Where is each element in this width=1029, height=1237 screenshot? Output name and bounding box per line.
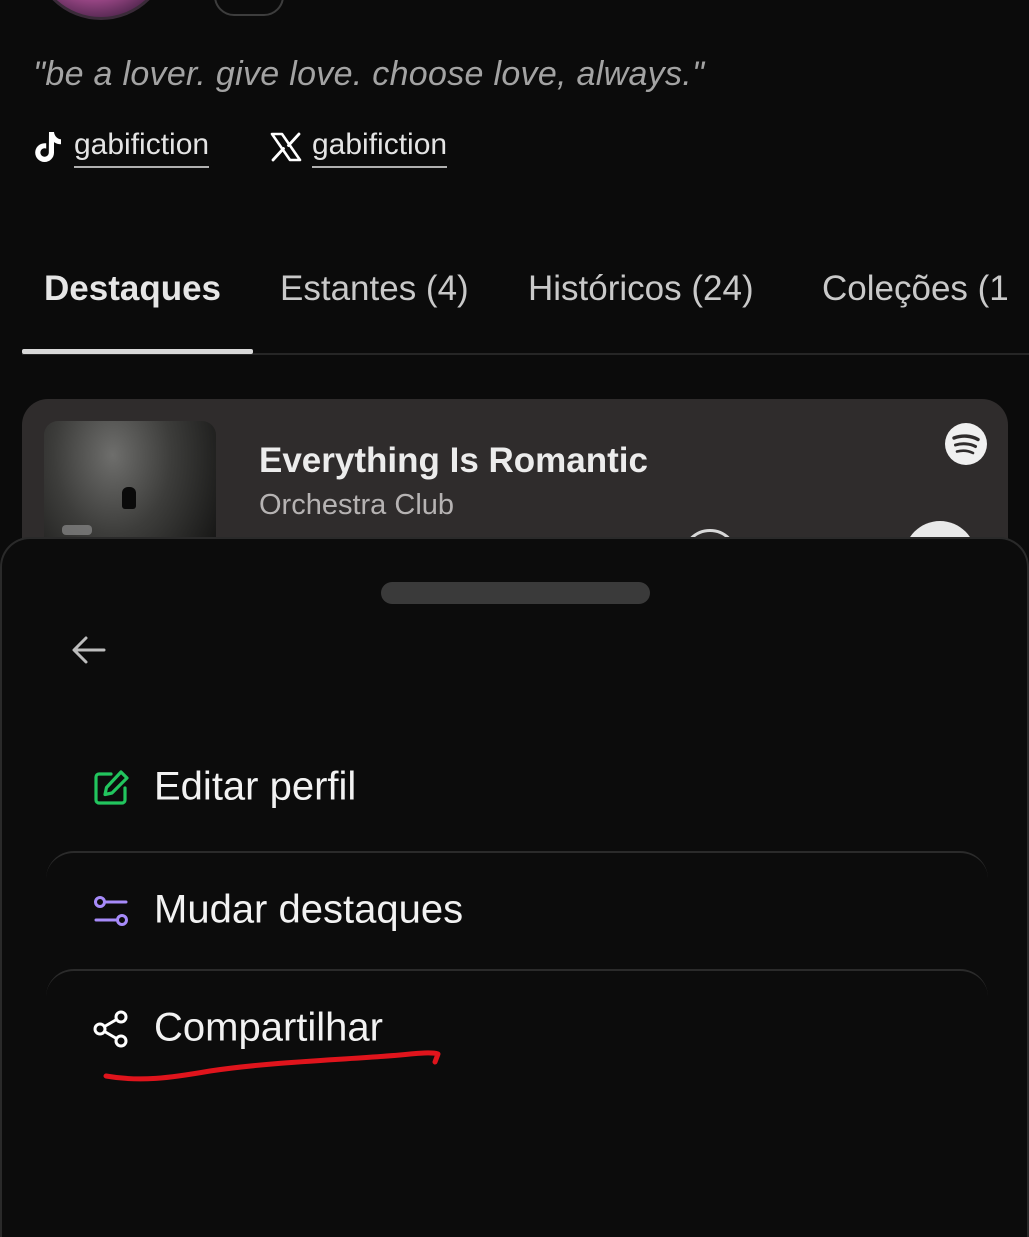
options-bottom-sheet: Editar perfil Mudar destaques Compartilh… xyxy=(0,537,1029,1237)
x-handle[interactable]: gabifiction xyxy=(312,126,448,168)
back-button[interactable] xyxy=(64,627,114,677)
x-link[interactable]: gabifiction xyxy=(270,122,448,172)
tiktok-link[interactable]: gabifiction xyxy=(32,122,210,172)
menu-item-label: Mudar destaques xyxy=(154,887,464,932)
red-underline-annotation xyxy=(103,1050,441,1082)
profile-tabs: Destaques Estantes (4) Históricos (24) C… xyxy=(22,255,1029,355)
active-tab-indicator xyxy=(22,349,253,354)
menu-item-label: Editar perfil xyxy=(154,764,357,809)
edit-icon xyxy=(90,767,132,809)
profile-action-button[interactable] xyxy=(214,0,284,16)
menu-item-editar-perfil[interactable]: Editar perfil xyxy=(46,729,988,847)
tab-historicos[interactable]: Históricos (24) xyxy=(528,269,754,309)
profile-avatar[interactable] xyxy=(32,0,170,20)
song-artist: Orchestra Club xyxy=(259,489,455,521)
tiktok-icon xyxy=(32,130,64,164)
tiktok-handle[interactable]: gabifiction xyxy=(74,126,210,168)
menu-item-mudar-destaques[interactable]: Mudar destaques xyxy=(46,851,988,969)
spotify-icon[interactable] xyxy=(944,422,988,466)
sheet-drag-handle[interactable] xyxy=(381,582,650,604)
sliders-icon xyxy=(90,890,132,932)
tab-destaques[interactable]: Destaques xyxy=(44,269,221,309)
x-icon xyxy=(270,132,302,162)
arrow-left-icon xyxy=(71,634,107,671)
tab-estantes[interactable]: Estantes (4) xyxy=(280,269,469,309)
tab-colecoes[interactable]: Coleções (1 xyxy=(822,269,1009,309)
profile-bio: "be a lover. give love. choose love, alw… xyxy=(33,55,705,93)
song-title: Everything Is Romantic xyxy=(259,441,648,480)
